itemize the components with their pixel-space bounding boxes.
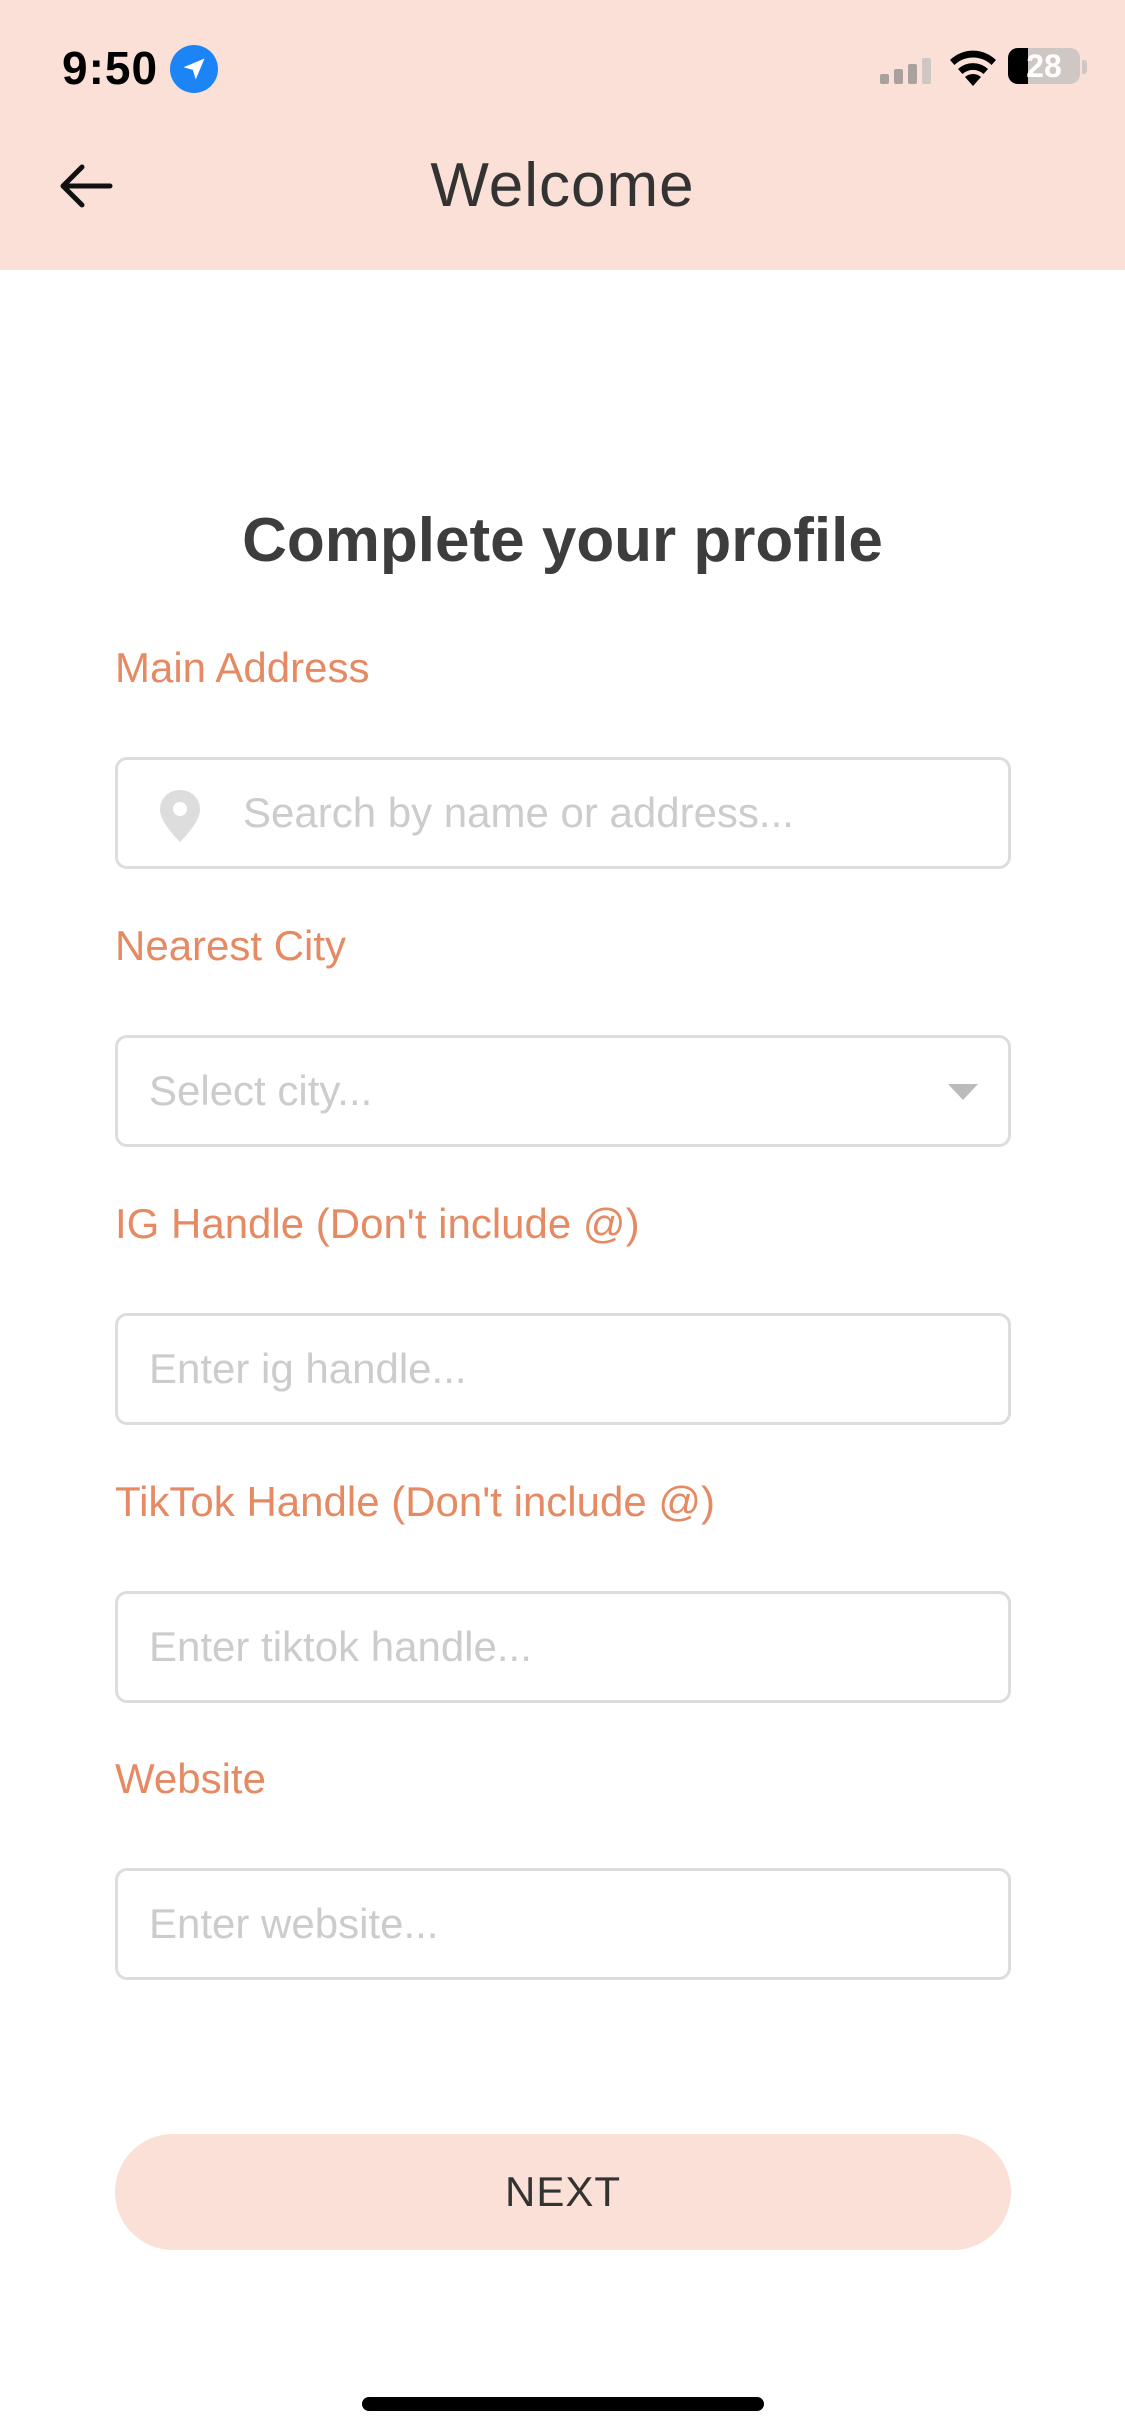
website-placeholder: Enter website... — [149, 1900, 439, 1947]
main-address-placeholder: Search by name or address... — [243, 789, 794, 836]
tiktok-handle-placeholder: Enter tiktok handle... — [149, 1623, 532, 1670]
tiktok-handle-input[interactable]: Enter tiktok handle... — [115, 1591, 1011, 1703]
nearest-city-label: Nearest City — [115, 922, 347, 969]
main-address-input[interactable]: Search by name or address... — [115, 757, 1011, 869]
home-indicator[interactable] — [362, 2397, 764, 2411]
header-title: Welcome — [430, 151, 695, 220]
tiktok-handle-label: TikTok Handle (Don't include @) — [115, 1478, 715, 1525]
nearest-city-placeholder: Select city... — [149, 1067, 373, 1114]
nearest-city-select[interactable]: Select city... — [115, 1035, 1011, 1147]
website-input[interactable]: Enter website... — [115, 1868, 1011, 1980]
cellular-signal-icon — [880, 58, 931, 84]
website-label: Website — [115, 1755, 266, 1802]
next-button[interactable]: NEXT — [115, 2134, 1011, 2250]
status-time: 9:50 — [62, 42, 159, 94]
page-title: Complete your profile — [242, 506, 883, 575]
ig-handle-placeholder: Enter ig handle... — [149, 1345, 467, 1392]
battery-icon: 28 — [1008, 48, 1080, 84]
location-arrow-icon — [170, 45, 218, 93]
map-pin-icon — [160, 790, 200, 842]
header-bar — [0, 0, 1125, 270]
battery-level: 28 — [1026, 48, 1062, 84]
ig-handle-input[interactable]: Enter ig handle... — [115, 1313, 1011, 1425]
chevron-down-icon — [948, 1084, 978, 1100]
battery-cap — [1082, 60, 1087, 74]
main-address-label: Main Address — [115, 644, 370, 691]
ig-handle-label: IG Handle (Don't include @) — [115, 1200, 640, 1247]
profile-screen: 9:50 28 Welcome Complete your profile Ma… — [0, 0, 1125, 2436]
wifi-icon — [950, 50, 996, 86]
